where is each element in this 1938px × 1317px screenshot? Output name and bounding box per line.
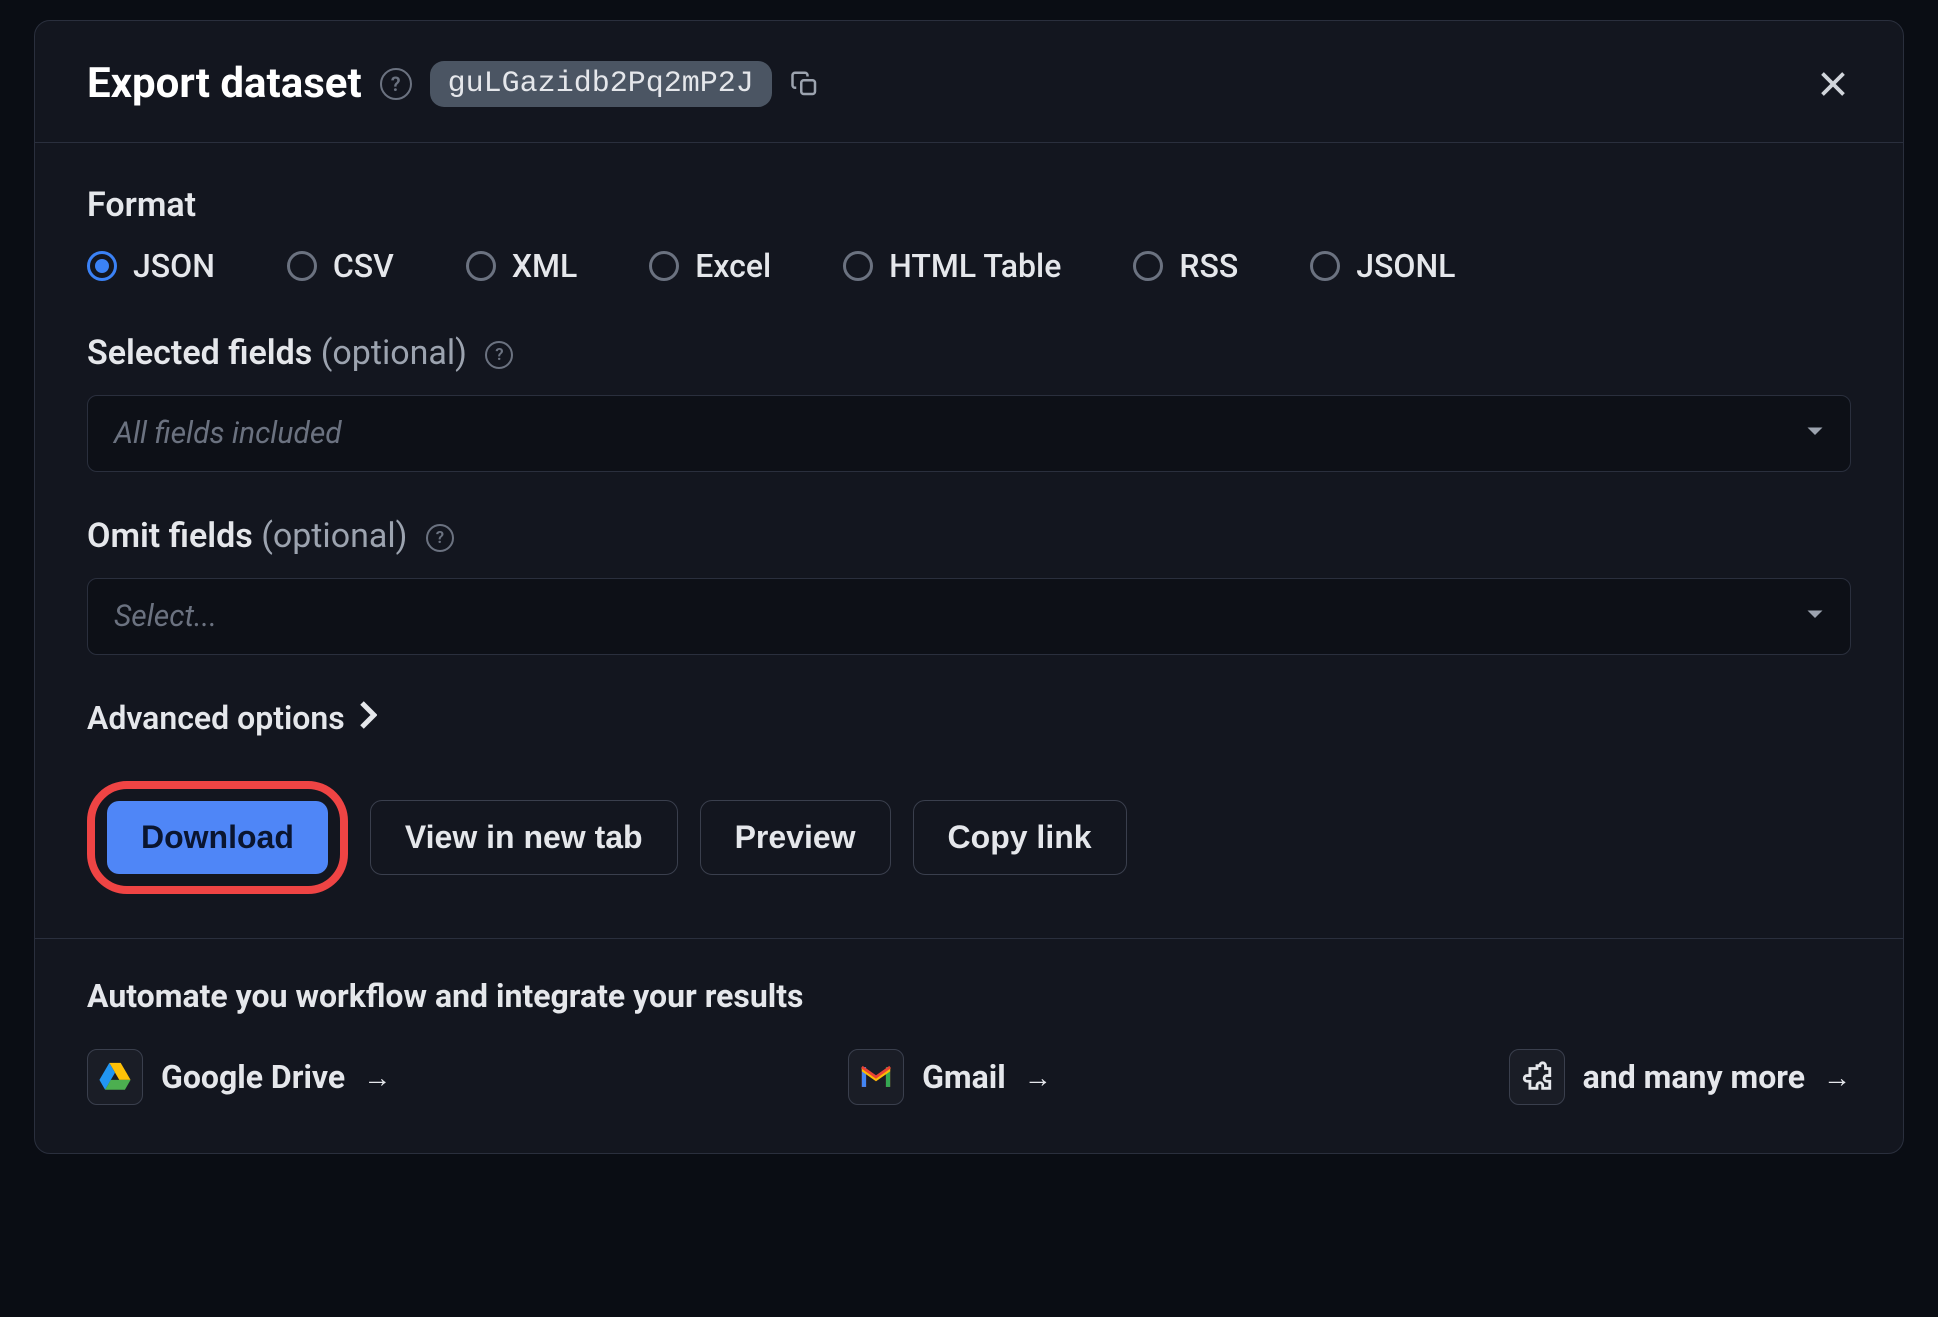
- omit-fields-select[interactable]: Select...: [87, 578, 1851, 655]
- close-button[interactable]: [1815, 66, 1851, 102]
- action-row: Download View in new tab Preview Copy li…: [87, 781, 1851, 894]
- dataset-id-badge: guLGazidb2Pq2mP2J: [430, 61, 772, 107]
- view-in-new-tab-button[interactable]: View in new tab: [370, 800, 678, 875]
- advanced-options-toggle[interactable]: Advanced options: [87, 699, 1851, 737]
- caret-down-icon: [1806, 423, 1824, 445]
- radio-icon: [466, 251, 496, 281]
- radio-label: JSON: [133, 247, 215, 285]
- arrow-right-icon: →: [1823, 1061, 1851, 1094]
- selected-fields-select[interactable]: All fields included: [87, 395, 1851, 472]
- selected-fields-label-text: Selected fields: [87, 333, 312, 373]
- radio-label: Excel: [695, 247, 771, 285]
- help-icon[interactable]: ?: [485, 341, 513, 369]
- advanced-options-label: Advanced options: [87, 699, 345, 737]
- radio-label: RSS: [1179, 247, 1238, 285]
- header-left: Export dataset ? guLGazidb2Pq2mP2J: [87, 59, 820, 108]
- format-radio-xml[interactable]: XML: [466, 247, 577, 285]
- integration-google-drive[interactable]: Google Drive →: [87, 1049, 391, 1105]
- format-radio-group: JSON CSV XML Excel HTML Table RSS: [87, 247, 1851, 285]
- optional-text: (optional): [261, 516, 407, 556]
- modal-title: Export dataset: [87, 59, 362, 108]
- radio-icon: [649, 251, 679, 281]
- modal-body: Format JSON CSV XML Excel HTML Table: [35, 143, 1903, 894]
- gmail-icon: [848, 1049, 904, 1105]
- preview-button[interactable]: Preview: [700, 800, 891, 875]
- integration-more[interactable]: and many more →: [1509, 1049, 1851, 1105]
- integration-label: and many more: [1583, 1058, 1805, 1096]
- radio-icon: [87, 251, 117, 281]
- select-placeholder: All fields included: [114, 416, 342, 451]
- help-icon[interactable]: ?: [380, 68, 412, 100]
- radio-icon: [1133, 251, 1163, 281]
- radio-icon: [287, 251, 317, 281]
- integration-row: Google Drive → Gmail →: [87, 1049, 1851, 1105]
- chevron-right-icon: [359, 699, 377, 737]
- format-radio-html-table[interactable]: HTML Table: [843, 247, 1061, 285]
- radio-icon: [1310, 251, 1340, 281]
- caret-down-icon: [1806, 606, 1824, 628]
- radio-label: JSONL: [1356, 247, 1455, 285]
- radio-label: HTML Table: [889, 247, 1061, 285]
- select-placeholder: Select...: [114, 599, 217, 634]
- radio-label: CSV: [333, 247, 394, 285]
- format-radio-csv[interactable]: CSV: [287, 247, 394, 285]
- arrow-right-icon: →: [363, 1061, 391, 1094]
- export-dataset-modal: Export dataset ? guLGazidb2Pq2mP2J Forma…: [34, 20, 1904, 1154]
- integration-label: Google Drive: [161, 1058, 345, 1096]
- arrow-right-icon: →: [1024, 1061, 1052, 1094]
- omit-fields-label-text: Omit fields: [87, 516, 253, 556]
- format-radio-json[interactable]: JSON: [87, 247, 215, 285]
- modal-header: Export dataset ? guLGazidb2Pq2mP2J: [35, 21, 1903, 143]
- optional-text: (optional): [321, 333, 467, 373]
- copy-link-button[interactable]: Copy link: [913, 800, 1127, 875]
- selected-fields-label: Selected fields (optional) ?: [87, 333, 1851, 373]
- modal-footer: Automate you workflow and integrate your…: [35, 938, 1903, 1153]
- help-icon[interactable]: ?: [426, 524, 454, 552]
- integration-label: Gmail: [922, 1058, 1006, 1096]
- integration-gmail[interactable]: Gmail →: [848, 1049, 1052, 1105]
- format-radio-excel[interactable]: Excel: [649, 247, 771, 285]
- download-button[interactable]: Download: [107, 801, 328, 874]
- puzzle-icon: [1509, 1049, 1565, 1105]
- radio-icon: [843, 251, 873, 281]
- format-radio-rss[interactable]: RSS: [1133, 247, 1238, 285]
- footer-title: Automate you workflow and integrate your…: [87, 977, 1851, 1015]
- copy-icon[interactable]: [790, 69, 820, 99]
- format-radio-jsonl[interactable]: JSONL: [1310, 247, 1455, 285]
- radio-label: XML: [512, 247, 577, 285]
- google-drive-icon: [87, 1049, 143, 1105]
- format-label: Format: [87, 185, 1851, 225]
- download-highlight: Download: [87, 781, 348, 894]
- omit-fields-label: Omit fields (optional) ?: [87, 516, 1851, 556]
